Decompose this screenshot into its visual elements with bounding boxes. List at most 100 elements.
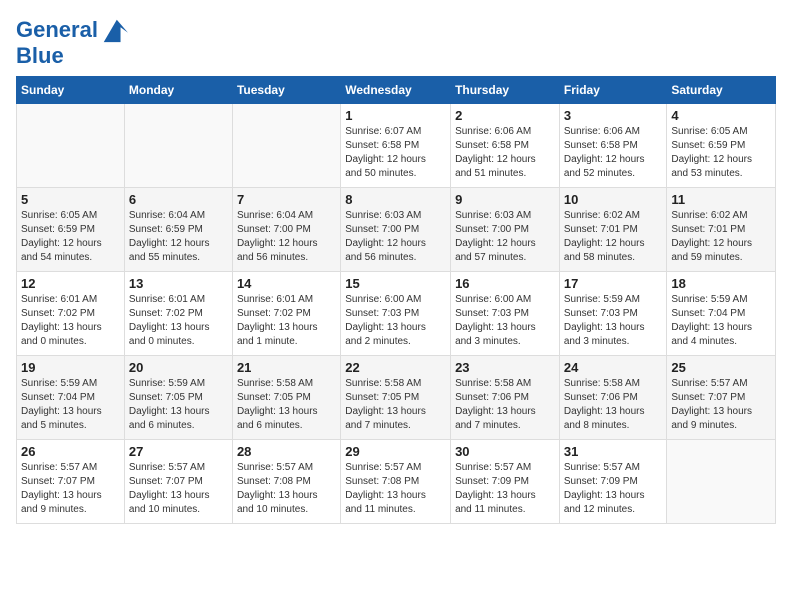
calendar-cell: 27 Sunrise: 5:57 AMSunset: 7:07 PMDayligh… <box>124 440 232 524</box>
day-info: Sunrise: 6:06 AMSunset: 6:58 PMDaylight:… <box>455 125 555 181</box>
calendar-cell: 13Sunrise: 6:01 AMSunset: 7:02 PMDayligh… <box>124 272 232 356</box>
day-info: Sunrise: 5:57 AMSunset: 7:07 PMDaylight:… <box>129 461 228 517</box>
day-number: 20 <box>129 360 228 375</box>
calendar-cell: 23Sunrise: 5:58 AMSunset: 7:06 PMDayligh… <box>451 356 560 440</box>
day-number: 11 <box>671 192 771 207</box>
calendar-cell: 2 Sunrise: 6:06 AMSunset: 6:58 PMDaylight… <box>451 104 560 188</box>
calendar-cell: 19 Sunrise: 5:59 AMSunset: 7:04 PMDayligh… <box>17 356 125 440</box>
calendar-week-row: 19 Sunrise: 5:59 AMSunset: 7:04 PMDayligh… <box>17 356 776 440</box>
day-info: Sunrise: 6:04 AMSunset: 7:00 PMDaylight:… <box>237 209 336 265</box>
day-number: 27 <box>129 444 228 459</box>
calendar-cell <box>124 104 232 188</box>
day-number: 17 <box>564 276 663 291</box>
day-number: 5 <box>21 192 120 207</box>
day-number: 6 <box>129 192 228 207</box>
calendar-cell: 28 Sunrise: 5:57 AMSunset: 7:08 PMDayligh… <box>232 440 340 524</box>
calendar-week-row: 1Sunrise: 6:07 AMSunset: 6:58 PMDaylight… <box>17 104 776 188</box>
day-number: 8 <box>345 192 446 207</box>
calendar-cell <box>17 104 125 188</box>
calendar-cell: 26 Sunrise: 5:57 AMSunset: 7:07 PMDayligh… <box>17 440 125 524</box>
day-info: Sunrise: 6:06 AMSunset: 6:58 PMDaylight:… <box>564 125 663 181</box>
calendar-cell: 21Sunrise: 5:58 AMSunset: 7:05 PMDayligh… <box>232 356 340 440</box>
day-info: Sunrise: 6:05 AMSunset: 6:59 PMDaylight:… <box>21 209 120 265</box>
calendar-cell: 29 Sunrise: 5:57 AMSunset: 7:08 PMDayligh… <box>341 440 451 524</box>
calendar-cell: 31Sunrise: 5:57 AMSunset: 7:09 PMDayligh… <box>559 440 667 524</box>
day-number: 2 <box>455 108 555 123</box>
day-number: 22 <box>345 360 446 375</box>
weekday-header-friday: Friday <box>559 77 667 104</box>
day-info: Sunrise: 5:57 AMSunset: 7:07 PMDaylight:… <box>21 461 120 517</box>
calendar-cell: 14Sunrise: 6:01 AMSunset: 7:02 PMDayligh… <box>232 272 340 356</box>
day-number: 28 <box>237 444 336 459</box>
weekday-header-tuesday: Tuesday <box>232 77 340 104</box>
day-info: Sunrise: 5:59 AMSunset: 7:04 PMDaylight:… <box>21 377 120 433</box>
calendar-body: 1Sunrise: 6:07 AMSunset: 6:58 PMDaylight… <box>17 104 776 524</box>
day-info: Sunrise: 5:58 AMSunset: 7:06 PMDaylight:… <box>564 377 663 433</box>
calendar-cell: 25 Sunrise: 5:57 AMSunset: 7:07 PMDayligh… <box>667 356 776 440</box>
day-info: Sunrise: 5:57 AMSunset: 7:07 PMDaylight:… <box>671 377 771 433</box>
logo: General Blue <box>16 16 128 68</box>
day-number: 23 <box>455 360 555 375</box>
day-number: 18 <box>671 276 771 291</box>
calendar-cell: 6 Sunrise: 6:04 AMSunset: 6:59 PMDaylight… <box>124 188 232 272</box>
day-info: Sunrise: 5:59 AMSunset: 7:03 PMDaylight:… <box>564 293 663 349</box>
calendar-week-row: 5 Sunrise: 6:05 AMSunset: 6:59 PMDaylight… <box>17 188 776 272</box>
calendar-cell: 20 Sunrise: 5:59 AMSunset: 7:05 PMDayligh… <box>124 356 232 440</box>
weekday-header-row: SundayMondayTuesdayWednesdayThursdayFrid… <box>17 77 776 104</box>
calendar-cell: 3 Sunrise: 6:06 AMSunset: 6:58 PMDaylight… <box>559 104 667 188</box>
calendar-cell: 4 Sunrise: 6:05 AMSunset: 6:59 PMDaylight… <box>667 104 776 188</box>
day-number: 25 <box>671 360 771 375</box>
day-info: Sunrise: 6:04 AMSunset: 6:59 PMDaylight:… <box>129 209 228 265</box>
day-info: Sunrise: 5:57 AMSunset: 7:09 PMDaylight:… <box>455 461 555 517</box>
calendar-cell: 1Sunrise: 6:07 AMSunset: 6:58 PMDaylight… <box>341 104 451 188</box>
logo-text-blue: Blue <box>16 44 128 68</box>
day-number: 4 <box>671 108 771 123</box>
day-info: Sunrise: 6:05 AMSunset: 6:59 PMDaylight:… <box>671 125 771 181</box>
weekday-header-saturday: Saturday <box>667 77 776 104</box>
day-info: Sunrise: 5:59 AMSunset: 7:05 PMDaylight:… <box>129 377 228 433</box>
day-info: Sunrise: 6:02 AMSunset: 7:01 PMDaylight:… <box>671 209 771 265</box>
weekday-header-monday: Monday <box>124 77 232 104</box>
day-number: 13 <box>129 276 228 291</box>
day-number: 26 <box>21 444 120 459</box>
calendar-cell <box>667 440 776 524</box>
calendar-cell: 15Sunrise: 6:00 AMSunset: 7:03 PMDayligh… <box>341 272 451 356</box>
day-number: 12 <box>21 276 120 291</box>
calendar-cell: 16 Sunrise: 6:00 AMSunset: 7:03 PMDayligh… <box>451 272 560 356</box>
day-number: 14 <box>237 276 336 291</box>
day-info: Sunrise: 5:57 AMSunset: 7:09 PMDaylight:… <box>564 461 663 517</box>
calendar-cell: 9Sunrise: 6:03 AMSunset: 7:00 PMDaylight… <box>451 188 560 272</box>
day-number: 29 <box>345 444 446 459</box>
calendar-cell: 22 Sunrise: 5:58 AMSunset: 7:05 PMDayligh… <box>341 356 451 440</box>
day-info: Sunrise: 6:00 AMSunset: 7:03 PMDaylight:… <box>345 293 446 349</box>
day-info: Sunrise: 6:00 AMSunset: 7:03 PMDaylight:… <box>455 293 555 349</box>
day-info: Sunrise: 5:57 AMSunset: 7:08 PMDaylight:… <box>237 461 336 517</box>
day-info: Sunrise: 6:07 AMSunset: 6:58 PMDaylight:… <box>345 125 446 181</box>
calendar-cell: 17 Sunrise: 5:59 AMSunset: 7:03 PMDayligh… <box>559 272 667 356</box>
day-number: 30 <box>455 444 555 459</box>
day-number: 9 <box>455 192 555 207</box>
logo-icon <box>100 16 128 44</box>
weekday-header-thursday: Thursday <box>451 77 560 104</box>
calendar-week-row: 12Sunrise: 6:01 AMSunset: 7:02 PMDayligh… <box>17 272 776 356</box>
day-number: 16 <box>455 276 555 291</box>
calendar-cell: 10Sunrise: 6:02 AMSunset: 7:01 PMDayligh… <box>559 188 667 272</box>
calendar-week-row: 26 Sunrise: 5:57 AMSunset: 7:07 PMDayligh… <box>17 440 776 524</box>
day-number: 3 <box>564 108 663 123</box>
day-number: 7 <box>237 192 336 207</box>
day-info: Sunrise: 5:59 AMSunset: 7:04 PMDaylight:… <box>671 293 771 349</box>
calendar-cell: 30 Sunrise: 5:57 AMSunset: 7:09 PMDayligh… <box>451 440 560 524</box>
day-info: Sunrise: 5:57 AMSunset: 7:08 PMDaylight:… <box>345 461 446 517</box>
weekday-header-sunday: Sunday <box>17 77 125 104</box>
calendar-table: SundayMondayTuesdayWednesdayThursdayFrid… <box>16 76 776 524</box>
day-number: 24 <box>564 360 663 375</box>
day-number: 19 <box>21 360 120 375</box>
day-info: Sunrise: 6:02 AMSunset: 7:01 PMDaylight:… <box>564 209 663 265</box>
day-info: Sunrise: 5:58 AMSunset: 7:05 PMDaylight:… <box>345 377 446 433</box>
day-info: Sunrise: 6:03 AMSunset: 7:00 PMDaylight:… <box>345 209 446 265</box>
logo-text: General <box>16 18 98 42</box>
page-header: General Blue <box>16 16 776 68</box>
weekday-header-wednesday: Wednesday <box>341 77 451 104</box>
calendar-header: SundayMondayTuesdayWednesdayThursdayFrid… <box>17 77 776 104</box>
day-info: Sunrise: 5:58 AMSunset: 7:05 PMDaylight:… <box>237 377 336 433</box>
